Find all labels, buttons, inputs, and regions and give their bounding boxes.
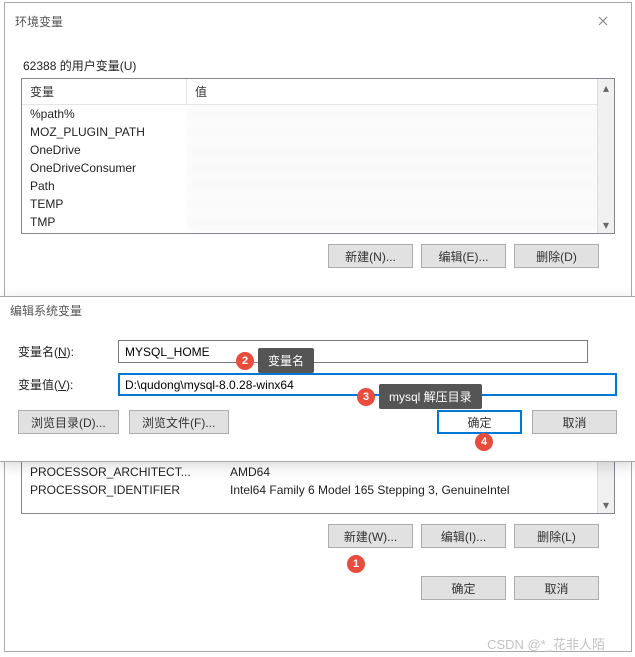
var-name-cell: OneDriveConsumer <box>22 159 187 177</box>
var-name-cell: PROCESSOR_ARCHITECT... <box>22 463 222 481</box>
scroll-down-icon[interactable]: ▾ <box>598 496 614 513</box>
var-value-cell <box>187 159 614 177</box>
scroll-down-icon[interactable]: ▾ <box>598 216 614 233</box>
var-name-cell: %path% <box>22 105 187 123</box>
var-name-cell: MOZ_PLUGIN_PATH <box>22 123 187 141</box>
user-vars-label: 62388 的用户变量(U) <box>23 57 615 74</box>
env-ok-button[interactable]: 确定 <box>421 576 506 600</box>
callout-badge-4: 4 <box>475 433 493 451</box>
delete-user-var-button[interactable]: 删除(D) <box>514 244 599 268</box>
callout-var-name: 变量名 <box>258 348 314 373</box>
edit-cancel-button[interactable]: 取消 <box>532 410 617 434</box>
table-row[interactable]: PROCESSOR_IDENTIFIERIntel64 Family 6 Mod… <box>22 481 614 499</box>
table-row[interactable]: TEMP <box>22 195 614 213</box>
env-cancel-button[interactable]: 取消 <box>514 576 599 600</box>
var-value-cell <box>187 177 614 195</box>
var-value-cell <box>187 213 614 231</box>
var-name-input[interactable] <box>118 340 588 363</box>
delete-sys-var-button[interactable]: 删除(L) <box>514 524 599 548</box>
env-dialog-title: 环境变量 <box>15 13 63 30</box>
var-value-cell <box>187 123 614 141</box>
table-row[interactable]: OneDrive <box>22 141 614 159</box>
var-name-cell: Path <box>22 177 187 195</box>
table-row[interactable]: OneDriveConsumer <box>22 159 614 177</box>
col-header-var[interactable]: 变量 <box>22 79 187 104</box>
var-value-cell: Intel64 Family 6 Model 165 Stepping 3, G… <box>222 481 614 499</box>
scroll-up-icon[interactable]: ▴ <box>598 79 614 96</box>
edit-dialog-title: 编辑系统变量 <box>10 302 82 319</box>
browse-dir-button[interactable]: 浏览目录(D)... <box>18 410 119 434</box>
scrollbar[interactable]: ▴ ▾ <box>597 79 614 233</box>
table-row[interactable]: PROCESSOR_ARCHITECT...AMD64 <box>22 463 614 481</box>
edit-ok-button[interactable]: 确定 <box>437 410 522 434</box>
col-header-val[interactable]: 值 <box>187 79 614 104</box>
new-sys-var-button[interactable]: 新建(W)... <box>328 524 413 548</box>
var-name-cell: OneDrive <box>22 141 187 159</box>
callout-badge-3: 3 <box>357 388 375 406</box>
table-row[interactable]: TMP <box>22 213 614 231</box>
user-vars-table[interactable]: 变量 值 %path%MOZ_PLUGIN_PATHOneDriveOneDri… <box>21 78 615 234</box>
edit-sys-var-button[interactable]: 编辑(I)... <box>421 524 506 548</box>
callout-badge-1: 1 <box>347 555 365 573</box>
table-row[interactable]: Path <box>22 177 614 195</box>
var-value-cell: AMD64 <box>222 463 614 481</box>
var-value-label: 变量值(V): <box>18 376 118 393</box>
new-user-var-button[interactable]: 新建(N)... <box>328 244 413 268</box>
var-value-cell <box>187 141 614 159</box>
var-name-cell: TEMP <box>22 195 187 213</box>
callout-mysql-dir: mysql 解压目录 <box>379 384 482 409</box>
close-icon[interactable] <box>583 9 623 33</box>
var-name-cell: TMP <box>22 213 187 231</box>
edit-user-var-button[interactable]: 编辑(E)... <box>421 244 506 268</box>
table-row[interactable]: MOZ_PLUGIN_PATH <box>22 123 614 141</box>
var-name-cell: PROCESSOR_IDENTIFIER <box>22 481 222 499</box>
table-row[interactable]: %path% <box>22 105 614 123</box>
var-value-cell <box>187 105 614 123</box>
var-value-cell <box>187 195 614 213</box>
var-name-label: 变量名(N): <box>18 343 118 360</box>
browse-file-button[interactable]: 浏览文件(F)... <box>129 410 229 434</box>
callout-badge-2: 2 <box>236 352 254 370</box>
